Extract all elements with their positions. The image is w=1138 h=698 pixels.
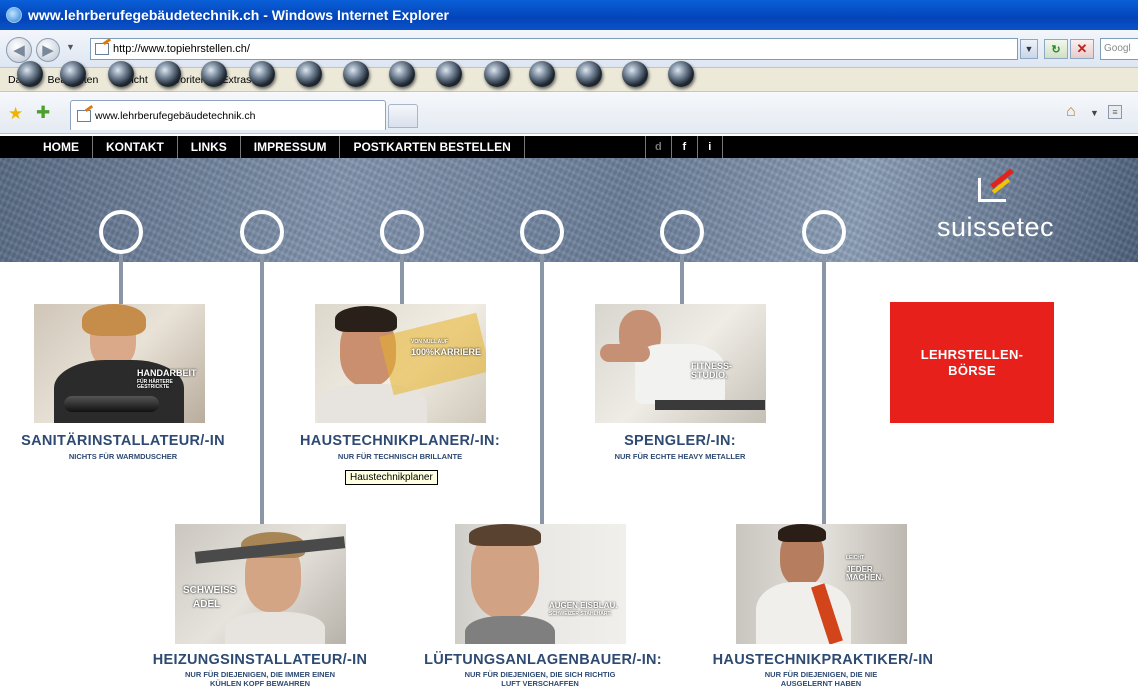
suissetec-logo-icon	[978, 178, 1006, 202]
site-navigation: HOME KONTAKT LINKS IMPRESSUM POSTKARTEN …	[0, 136, 1138, 158]
header-banner	[0, 158, 1138, 262]
job-subtitle-lueftung: NUR FÜR DIEJENIGEN, DIE SICH RICHTIG LUF…	[425, 670, 655, 688]
window-title: www.lehrberufegebäudetechnik.ch - Window…	[28, 7, 449, 23]
nav-postkarten[interactable]: POSTKARTEN BESTELLEN	[340, 136, 525, 158]
job-title-sanitaer[interactable]: SANITÄRINSTALLATEUR/-IN	[8, 433, 238, 449]
job-title-heizung[interactable]: HEIZUNGSINSTALLATEUR/-IN	[145, 652, 375, 668]
nav-impressum[interactable]: IMPRESSUM	[241, 136, 341, 158]
home-dropdown-icon[interactable]: ▼	[1090, 108, 1099, 118]
new-tab-button[interactable]	[388, 104, 418, 128]
job-photo-planer[interactable]: VON NULL AUF 100%KARRIERE	[315, 304, 486, 423]
rivet-icon	[484, 61, 510, 87]
ring-heizung[interactable]	[240, 210, 284, 254]
job-photo-heizung[interactable]: SCHWEISS ADEL	[175, 524, 346, 644]
job-subtitle-praktiker-line-2: AUSGELERNT HABEN	[780, 678, 862, 688]
connector-line	[119, 254, 123, 304]
ring-praktiker[interactable]	[802, 210, 846, 254]
rivet-icon	[668, 61, 694, 87]
add-favorite-icon[interactable]: ✚	[36, 103, 50, 123]
rivet-icon	[296, 61, 322, 87]
social-links: d f i	[644, 136, 723, 158]
lehrstellen-boerse-button[interactable]: LEHRSTELLEN- BÖRSE	[890, 302, 1054, 423]
ring-sanitaer[interactable]	[99, 210, 143, 254]
job-subtitle-lueftung-line-2: LUFT VERSCHAFFEN	[501, 678, 579, 688]
rivet-icon	[576, 61, 602, 87]
boerse-line-1: LEHRSTELLEN-	[920, 347, 1024, 362]
history-dropdown-icon[interactable]: ▼	[66, 42, 75, 52]
connector-line	[540, 254, 544, 524]
job-subtitle-heizung: NUR FÜR DIEJENIGEN, DIE IMMER EINEN KÜHL…	[145, 670, 375, 688]
forward-arrow-icon[interactable]: ▶	[36, 38, 60, 62]
rivet-icon	[201, 61, 227, 87]
job-photo-spengler[interactable]: FITNESS-STUDIO.	[595, 304, 766, 423]
job-subtitle-heizung-line-2: KÜHLEN KOPF BEWAHREN	[209, 678, 310, 688]
favorites-tab-bar: ★ ✚ www.lehrberufegebäudetechnik.ch ⌂ ▼ …	[0, 92, 1138, 134]
nav-home[interactable]: HOME	[30, 136, 93, 158]
rivet-icon	[622, 61, 648, 87]
rivet-icon	[249, 61, 275, 87]
url-text: http://www.topiehrstellen.ch/	[113, 43, 250, 55]
tooltip: Haustechnikplaner	[345, 470, 438, 485]
site-logo[interactable]: suissetec	[937, 212, 1054, 243]
refresh-icon[interactable]: ↻	[1044, 39, 1068, 59]
window-titlebar: www.lehrberufegebäudetechnik.ch - Window…	[0, 0, 1138, 30]
nav-kontakt[interactable]: KONTAKT	[93, 136, 178, 158]
job-photo-lueftung[interactable]: AUGEN EISBLAU. SCHWEIZER STAHLHART.	[455, 524, 626, 644]
rivet-icon	[436, 61, 462, 87]
feed-icon[interactable]: ≡	[1108, 105, 1122, 119]
job-subtitle-spengler: NUR FÜR ECHTE HEAVY METALLER	[614, 452, 746, 461]
home-icon[interactable]: ⌂	[1066, 103, 1076, 121]
nav-links[interactable]: LINKS	[178, 136, 241, 158]
job-title-lueftung[interactable]: LÜFTUNGSANLAGENBAUER/-IN:	[398, 652, 688, 668]
rivet-icon	[155, 61, 181, 87]
job-photo-praktiker[interactable]: LEICHT JEDER MACHEN.	[736, 524, 907, 644]
job-photo-sanitaer[interactable]: HANDARBEIT FÜR HÄRTERE GESTRICKTE	[34, 304, 205, 423]
connector-line	[260, 254, 264, 524]
rivet-icon	[108, 61, 134, 87]
back-arrow-icon[interactable]: ◀	[6, 37, 32, 63]
job-subtitle-planer: NUR FÜR TECHNISCH BRILLANTE	[337, 452, 463, 461]
social-link-d[interactable]: d	[644, 136, 671, 158]
tab-current[interactable]: www.lehrberufegebäudetechnik.ch	[70, 100, 386, 130]
connector-line	[680, 254, 684, 304]
job-title-praktiker[interactable]: HAUSTECHNIKPRAKTIKER/-IN	[688, 652, 958, 668]
rivet-icon	[17, 61, 43, 87]
job-subtitle-sanitaer: NICHTS FÜR WARMDUSCHER	[68, 452, 178, 461]
social-link-f[interactable]: f	[670, 136, 697, 158]
search-input[interactable]: Googl	[1100, 38, 1138, 60]
ie-logo-icon	[6, 7, 22, 23]
rivet-icon	[529, 61, 555, 87]
connector-line	[822, 254, 826, 524]
job-title-planer[interactable]: HAUSTECHNIKPLANER/-IN:	[285, 433, 515, 449]
page-icon	[95, 43, 109, 55]
boerse-line-2: BÖRSE	[948, 363, 996, 379]
connector-line	[400, 254, 404, 304]
url-input[interactable]: http://www.topiehrstellen.ch/	[90, 38, 1018, 60]
rivet-icon	[60, 61, 86, 87]
page-icon	[77, 109, 91, 122]
stop-icon[interactable]: ✕	[1070, 39, 1094, 59]
job-title-spengler[interactable]: SPENGLER/-IN:	[565, 433, 795, 449]
url-dropdown-icon[interactable]: ▼	[1020, 39, 1038, 59]
favorites-star-icon[interactable]: ★	[8, 104, 23, 124]
rivet-icon	[343, 61, 369, 87]
ring-planer[interactable]	[380, 210, 424, 254]
social-link-i[interactable]: i	[696, 136, 723, 158]
ring-lueftung[interactable]	[520, 210, 564, 254]
rivet-icon	[389, 61, 415, 87]
tab-title: www.lehrberufegebäudetechnik.ch	[95, 109, 256, 122]
job-subtitle-praktiker: NUR FÜR DIEJENIGEN, DIE NIE AUSGELERNT H…	[706, 670, 936, 688]
ring-spengler[interactable]	[660, 210, 704, 254]
